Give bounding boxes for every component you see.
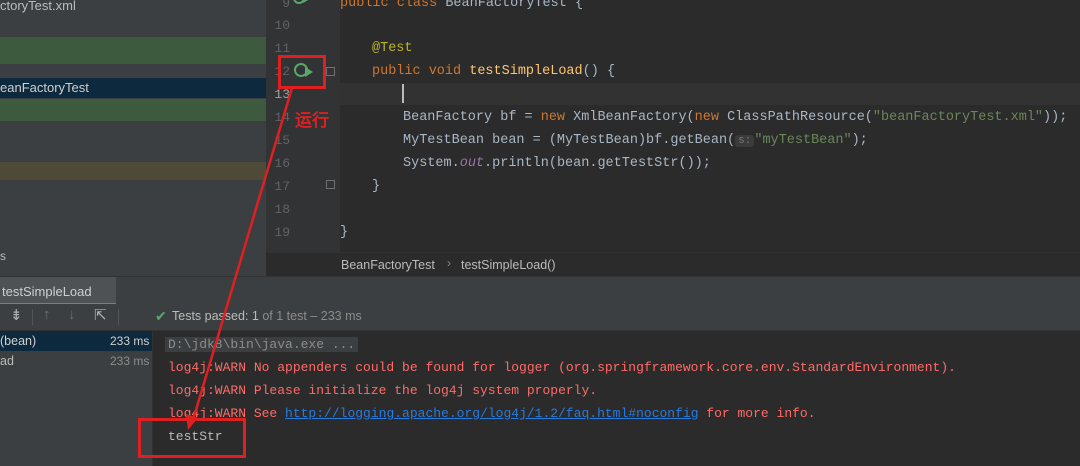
annotation-arrow: [186, 87, 294, 430]
